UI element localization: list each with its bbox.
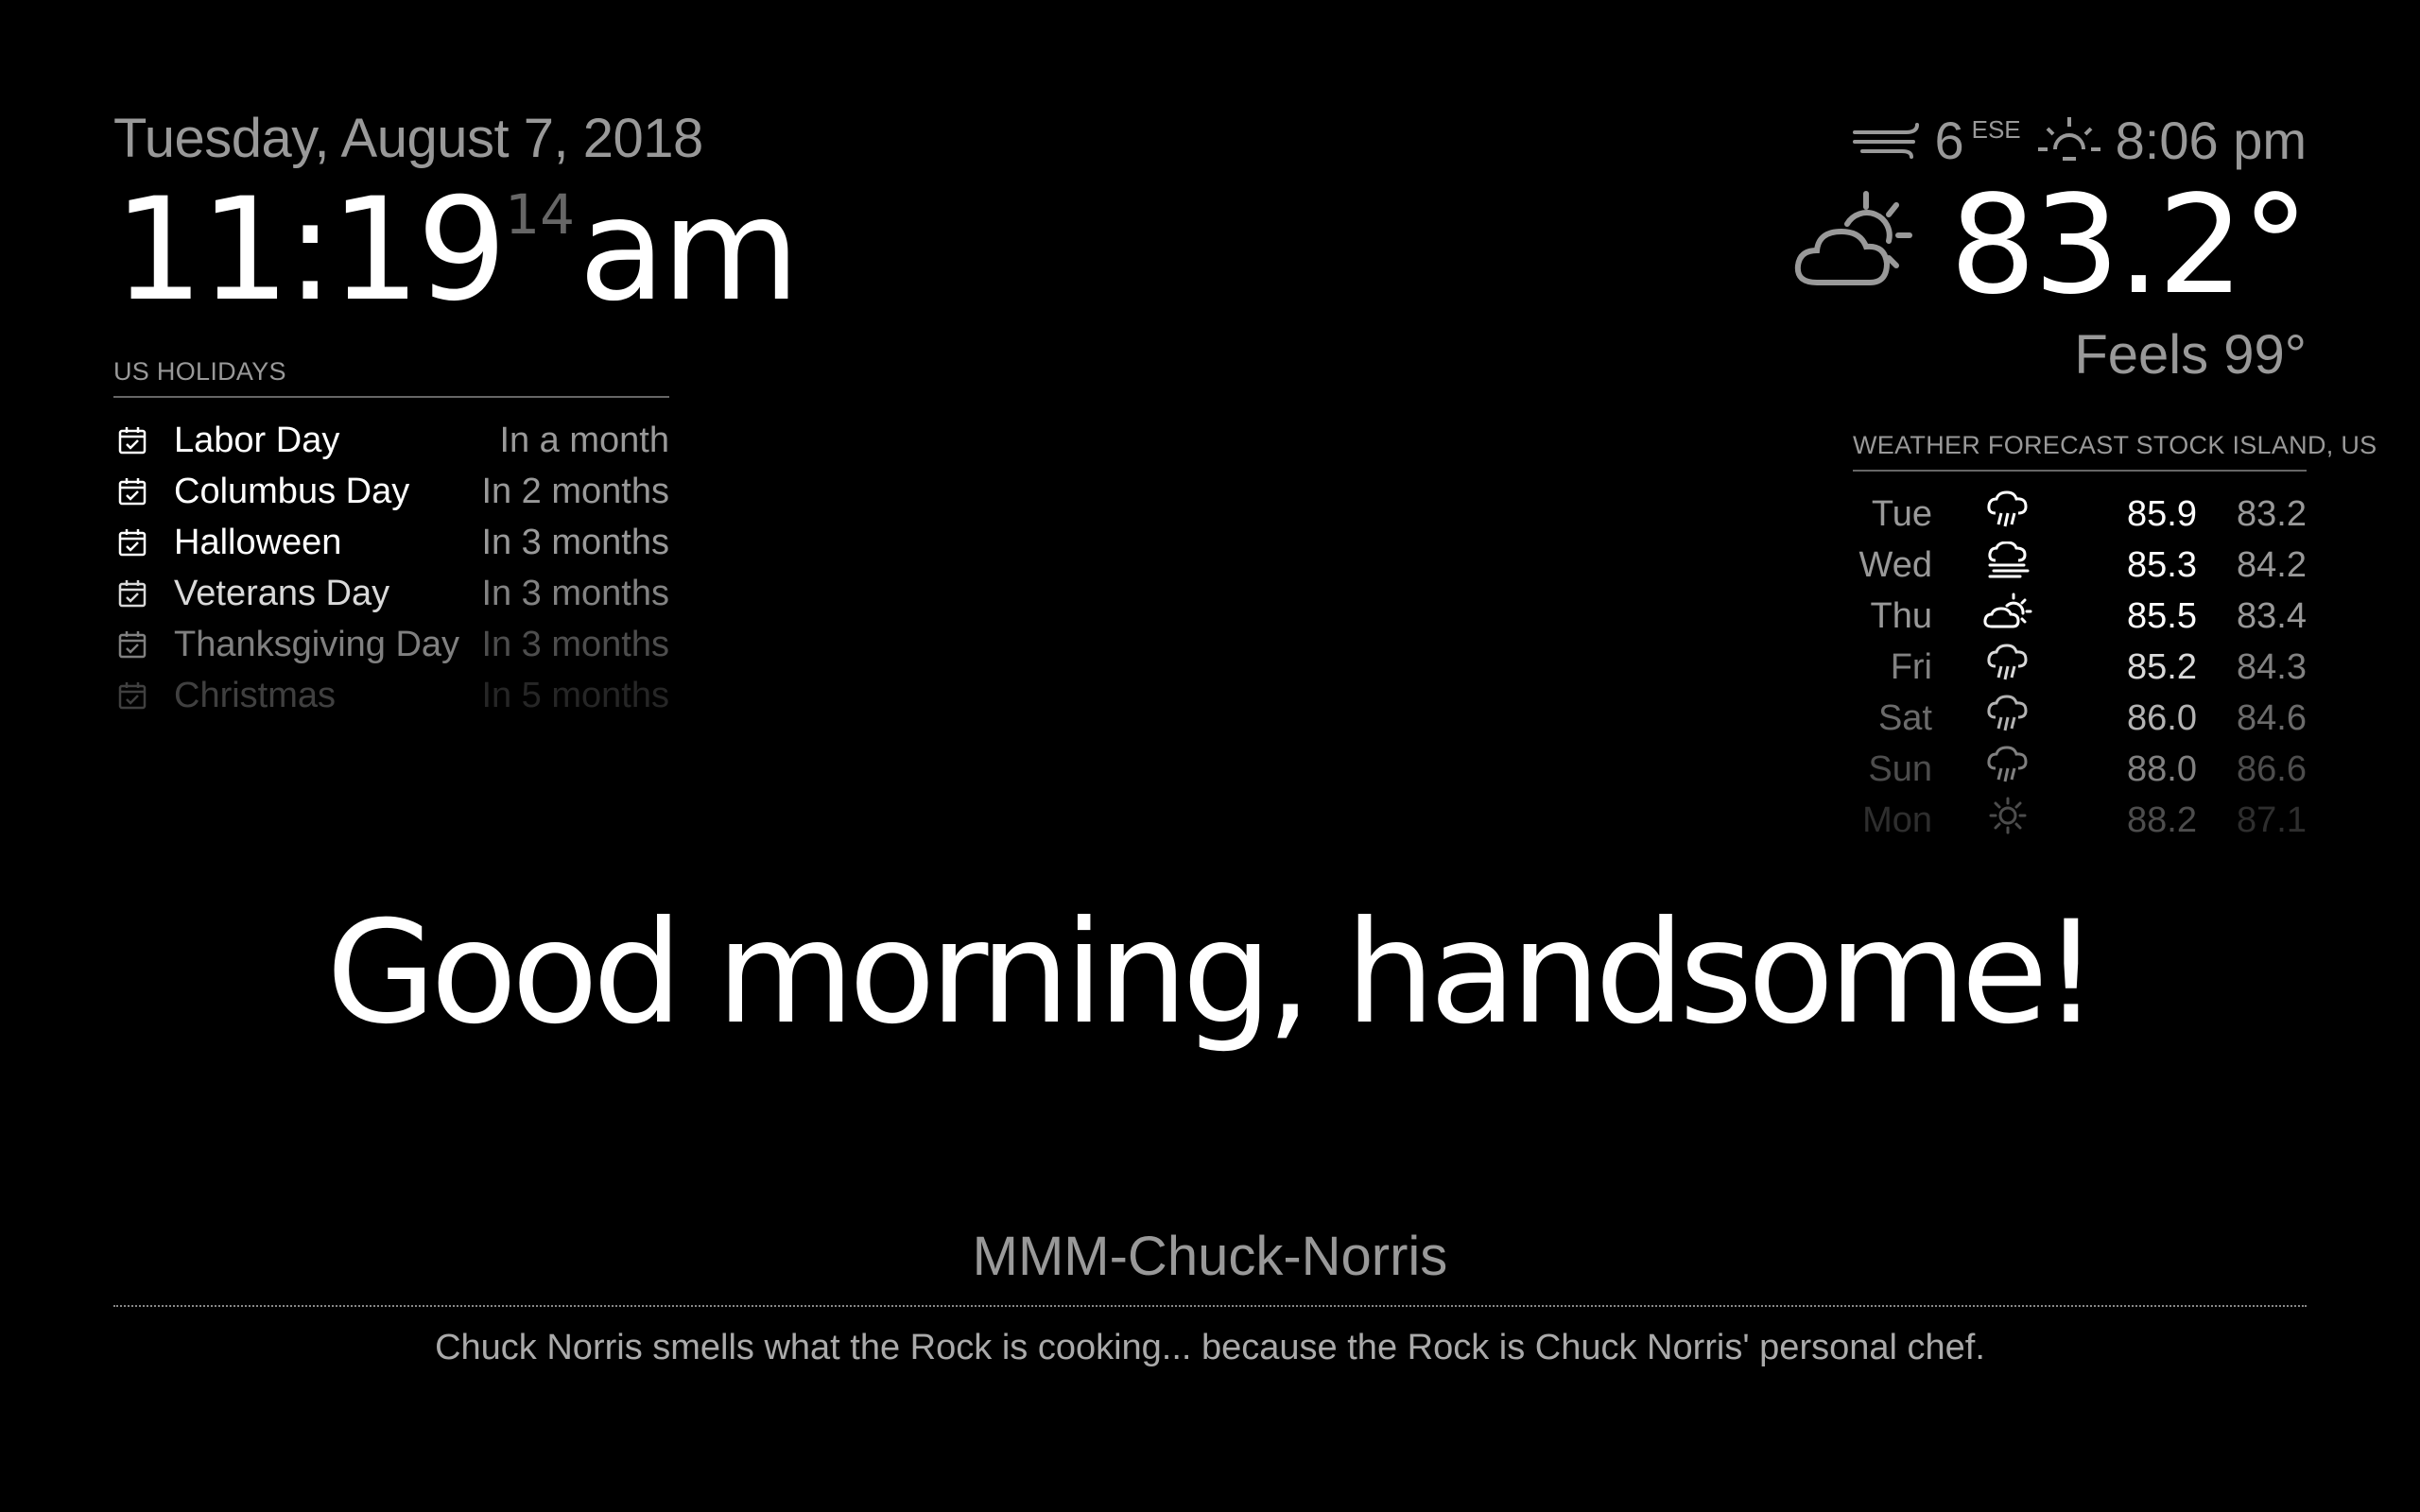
forecast-min: 84.2	[2237, 544, 2307, 585]
forecast-row: Wed 85.3 84.2	[1853, 540, 2307, 591]
holiday-name: Halloween	[174, 522, 342, 562]
current-weather-module: 6 ESE 8:06 pm 83.2° Feels 99°	[1790, 110, 2309, 387]
forecast-row: Mon 88.2 87.1	[1853, 795, 2307, 846]
forecast-row: Sun 88.0 86.6	[1853, 744, 2307, 795]
forecast-row: Thu 85.5 83.4	[1853, 591, 2307, 642]
wind-direction: ESE	[1971, 114, 2021, 144]
forecast-max: 86.0	[2127, 697, 2197, 738]
forecast-header: WEATHER FORECAST STOCK ISLAND, US	[1853, 431, 2377, 472]
forecast-day: Fri	[1890, 646, 1932, 687]
holidays-module: US HOLIDAYS Labor Day In a month Columbu…	[113, 357, 669, 721]
forecast-min: 83.4	[2237, 595, 2307, 636]
calendar-check-icon	[118, 478, 147, 506]
forecast-max: 85.5	[2127, 595, 2197, 636]
calendar-check-icon	[118, 580, 147, 608]
calendar-check-icon	[118, 427, 147, 455]
holiday-name: Labor Day	[174, 420, 340, 460]
holiday-name: Columbus Day	[174, 471, 410, 511]
holiday-when: In 3 months	[481, 624, 669, 664]
fog-icon	[1988, 541, 2030, 578]
forecast-max: 85.3	[2127, 544, 2197, 585]
chuck-norris-joke: Chuck Norris smells what the Rock is coo…	[435, 1328, 1985, 1367]
rain-icon	[1987, 644, 2028, 680]
forecast-day: Sun	[1868, 748, 1932, 789]
forecast-max: 85.9	[2127, 493, 2197, 534]
forecast-max: 85.2	[2127, 646, 2197, 687]
holiday-when: In 3 months	[481, 573, 669, 613]
holiday-item: Columbus Day In 2 months	[113, 466, 669, 517]
current-temperature: 83.2°	[1949, 165, 2309, 324]
weather-forecast-module: WEATHER FORECAST STOCK ISLAND, US Tue 85…	[1853, 431, 2377, 846]
rain-icon	[1987, 746, 2028, 782]
sunset-icon	[2037, 117, 2100, 161]
forecast-row: Sat 86.0 84.6	[1853, 693, 2307, 744]
current-temp-row: 83.2°	[1790, 165, 2309, 324]
clock-module: Tuesday, August 7, 2018 11:1914am	[113, 108, 800, 322]
holiday-name: Veterans Day	[174, 573, 390, 613]
holiday-when: In a month	[499, 420, 669, 460]
chuck-norris-module: MMM-Chuck-Norris Chuck Norris smells wha…	[113, 1225, 2307, 1368]
forecast-day: Tue	[1871, 493, 1932, 534]
holiday-when: In 5 months	[481, 675, 669, 715]
holiday-item: Halloween In 3 months	[113, 517, 669, 568]
holiday-item: Labor Day In a month	[113, 415, 669, 466]
forecast-min: 84.6	[2237, 697, 2307, 738]
chuck-norris-title: MMM-Chuck-Norris	[113, 1225, 2307, 1307]
clock-seconds: 14	[505, 182, 576, 247]
forecast-day: Wed	[1858, 544, 1932, 585]
holiday-name: Thanksgiving Day	[174, 624, 460, 664]
rain-icon	[1987, 695, 2028, 731]
forecast-max: 88.0	[2127, 748, 2197, 789]
forecast-min: 84.3	[2237, 646, 2307, 687]
holiday-item: Veterans Day In 3 months	[113, 568, 669, 619]
forecast-day: Sat	[1877, 697, 1932, 738]
forecast-min: 87.1	[2237, 799, 2307, 840]
partly-cloudy-icon	[1983, 593, 2032, 628]
holiday-item: Thanksgiving Day In 3 months	[113, 619, 669, 670]
forecast-day: Mon	[1862, 799, 1932, 840]
rain-icon	[1987, 490, 2028, 527]
calendar-check-icon	[118, 631, 147, 659]
wind-icon	[1853, 123, 1920, 159]
holiday-when: In 2 months	[481, 471, 669, 511]
forecast-row: Fri 85.2 84.3	[1853, 642, 2307, 693]
feels-like: Feels 99°	[2074, 324, 2307, 386]
partly-cloudy-day-icon	[1795, 191, 1913, 285]
holiday-name: Christmas	[174, 675, 337, 715]
holiday-item: Christmas In 5 months	[113, 670, 669, 721]
holiday-list: Labor Day In a month Columbus Day In 2 m…	[113, 415, 669, 721]
calendar-check-icon	[118, 529, 147, 557]
forecast-max: 88.2	[2127, 799, 2197, 840]
wind-speed: 6	[1934, 110, 1964, 170]
clock-period: am	[579, 168, 800, 333]
sunset-time: 8:06 pm	[2115, 110, 2307, 170]
forecast-day: Thu	[1870, 595, 1932, 636]
forecast-min: 83.2	[2237, 493, 2307, 534]
forecast-table: Tue 85.9 83.2 Wed 85.3 84.2 Thu 85.5 83.…	[1853, 489, 2307, 846]
weather-details-row: 6 ESE 8:06 pm	[1790, 110, 2307, 170]
forecast-row: Tue 85.9 83.2	[1853, 489, 2307, 540]
holiday-when: In 3 months	[481, 522, 669, 562]
forecast-min: 86.6	[2237, 748, 2307, 789]
calendar-check-icon	[118, 682, 147, 710]
clock-time: 11:1914am	[113, 180, 800, 321]
clock-date: Tuesday, August 7, 2018	[113, 108, 703, 169]
compliment-greeting: Good morning, handsome!	[326, 891, 2100, 1056]
clock-hours-minutes: 11:19	[113, 168, 507, 333]
sunny-icon	[1989, 797, 2027, 834]
holidays-header: US HOLIDAYS	[113, 357, 669, 398]
